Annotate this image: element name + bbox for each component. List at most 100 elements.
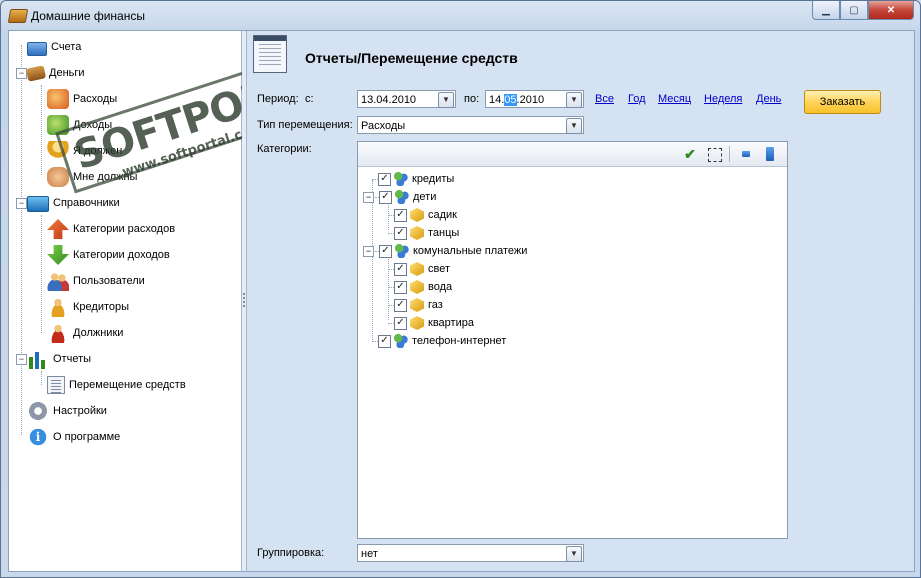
tree-line	[388, 304, 394, 306]
grouping-value: нет	[361, 548, 378, 560]
chevron-down-icon[interactable]: ▼	[438, 92, 454, 108]
tree-line	[21, 45, 22, 435]
tree-line	[388, 232, 394, 234]
collapse-category-toggle[interactable]: −	[363, 245, 374, 257]
chevron-down-icon[interactable]: ▼	[566, 546, 582, 562]
window-controls: ▁ ▢ ✕	[812, 1, 914, 21]
category-row[interactable]: ✓ вода	[388, 278, 452, 296]
close-button[interactable]: ✕	[868, 1, 914, 20]
tree-item-money[interactable]: Деньги	[25, 61, 85, 85]
category-checkbox[interactable]: ✓	[394, 298, 407, 312]
chevron-down-icon[interactable]: ▼	[566, 118, 582, 134]
expense-categories-icon	[47, 219, 69, 239]
minimize-button[interactable]: ▁	[812, 1, 840, 20]
category-checkbox[interactable]: ✓	[394, 226, 407, 240]
tree-item-income-categories[interactable]: Категории доходов	[47, 243, 170, 267]
period-month-link[interactable]: Месяц	[658, 93, 691, 105]
i-owe-icon	[47, 141, 69, 161]
page-title: Отчеты/Перемещение средств	[305, 50, 518, 66]
card-icon	[27, 41, 47, 56]
tree-item-owed-to-me[interactable]: Мне должны	[47, 165, 137, 189]
collapse-reports-toggle[interactable]: −	[16, 354, 27, 365]
client-area: Счета − Деньги Расходы Доходы Я должен М…	[8, 30, 915, 572]
period-week-link[interactable]: Неделя	[704, 93, 742, 105]
tree-item-users[interactable]: Пользователи	[47, 269, 145, 293]
info-icon: i	[27, 427, 49, 447]
category-checkbox[interactable]: ✓	[394, 280, 407, 294]
tree-item-label: Категории доходов	[73, 249, 170, 261]
collapse-all-icon[interactable]	[742, 151, 750, 157]
tree-item-funds-movement[interactable]: Перемещение средств	[47, 373, 186, 397]
category-leaf-icon	[410, 208, 424, 222]
uncheck-all-icon[interactable]	[708, 148, 722, 162]
category-label: садик	[428, 209, 457, 221]
category-leaf-icon	[410, 316, 424, 330]
tree-item-reports[interactable]: Отчеты	[27, 347, 91, 371]
category-row[interactable]: ✓ садик	[388, 206, 457, 224]
collapse-category-toggle[interactable]: −	[363, 191, 374, 203]
period-year-link[interactable]: Год	[628, 93, 646, 105]
category-group-icon	[395, 244, 409, 258]
category-group-icon	[395, 190, 409, 204]
users-icon	[47, 271, 69, 291]
grouping-label: Группировка:	[257, 547, 325, 559]
tree-item-label: Справочники	[53, 197, 120, 209]
category-row[interactable]: ✓ свет	[388, 260, 450, 278]
category-checkbox[interactable]: ✓	[379, 244, 392, 258]
category-label: газ	[428, 299, 443, 311]
from-date-value: 13.04.2010	[361, 94, 417, 106]
category-checkbox[interactable]: ✓	[379, 190, 392, 204]
category-checkbox[interactable]: ✓	[394, 262, 407, 276]
movement-type-select[interactable]: Расходы ▼	[357, 116, 584, 134]
tree-item-expenses[interactable]: Расходы	[47, 87, 117, 111]
tree-line	[388, 268, 394, 270]
category-label: дети	[413, 191, 437, 203]
to-date-picker[interactable]: 14.05.2010 ▼	[485, 90, 584, 108]
tree-item-label: Расходы	[73, 93, 118, 105]
expand-all-icon[interactable]	[766, 147, 774, 161]
maximize-button[interactable]: ▢	[840, 1, 868, 20]
title-bar[interactable]: Домашние финансы ▁ ▢ ✕	[1, 1, 920, 31]
category-checkbox[interactable]: ✓	[378, 172, 391, 186]
tree-item-i-owe[interactable]: Я должен	[47, 139, 122, 163]
money-in-icon	[47, 115, 69, 135]
category-row[interactable]: ✓ танцы	[388, 224, 459, 242]
tree-item-label: О программе	[53, 431, 121, 443]
category-row[interactable]: ✓ газ	[388, 296, 443, 314]
gear-icon	[27, 401, 49, 421]
category-checkbox[interactable]: ✓	[394, 316, 407, 330]
grouping-select[interactable]: нет ▼	[357, 544, 584, 562]
tree-item-debtors[interactable]: Должники	[47, 321, 123, 345]
to-label: по:	[464, 93, 480, 105]
navigation-tree: Счета − Деньги Расходы Доходы Я должен М…	[9, 31, 350, 571]
order-button[interactable]: Заказать	[804, 90, 881, 114]
period-all-link[interactable]: Все	[595, 93, 614, 105]
from-date-picker[interactable]: 13.04.2010 ▼	[357, 90, 456, 108]
period-day-link[interactable]: День	[756, 93, 781, 105]
category-row[interactable]: ✓ телефон-интернет	[372, 332, 506, 350]
collapse-references-toggle[interactable]: −	[16, 198, 27, 209]
tree-item-accounts[interactable]: Счета	[27, 35, 81, 59]
category-checkbox[interactable]: ✓	[394, 208, 407, 222]
category-label: вода	[428, 281, 453, 293]
to-date-day: 14.	[489, 94, 505, 106]
category-checkbox[interactable]: ✓	[378, 334, 391, 348]
tree-item-settings[interactable]: Настройки	[27, 399, 107, 423]
toolbar-separator	[729, 146, 730, 162]
category-row[interactable]: − ✓ дети	[363, 188, 436, 206]
category-group-icon	[394, 334, 408, 348]
tree-item-about[interactable]: i О программе	[27, 425, 120, 449]
tree-item-references[interactable]: Справочники	[27, 191, 120, 215]
category-row[interactable]: − ✓ комунальные платежи	[363, 242, 527, 260]
tree-line	[41, 215, 42, 333]
tree-item-expense-categories[interactable]: Категории расходов	[47, 217, 175, 241]
tree-item-incomes[interactable]: Доходы	[47, 113, 112, 137]
movement-type-value: Расходы	[361, 120, 406, 132]
check-all-icon[interactable]: ✔	[682, 146, 698, 162]
tree-item-creditors[interactable]: Кредиторы	[47, 295, 129, 319]
category-label: квартира	[428, 317, 474, 329]
category-row[interactable]: ✓ квартира	[388, 314, 474, 332]
category-row[interactable]: ✓ кредиты	[372, 170, 454, 188]
chart-icon	[27, 349, 49, 369]
chevron-down-icon[interactable]: ▼	[566, 92, 582, 108]
